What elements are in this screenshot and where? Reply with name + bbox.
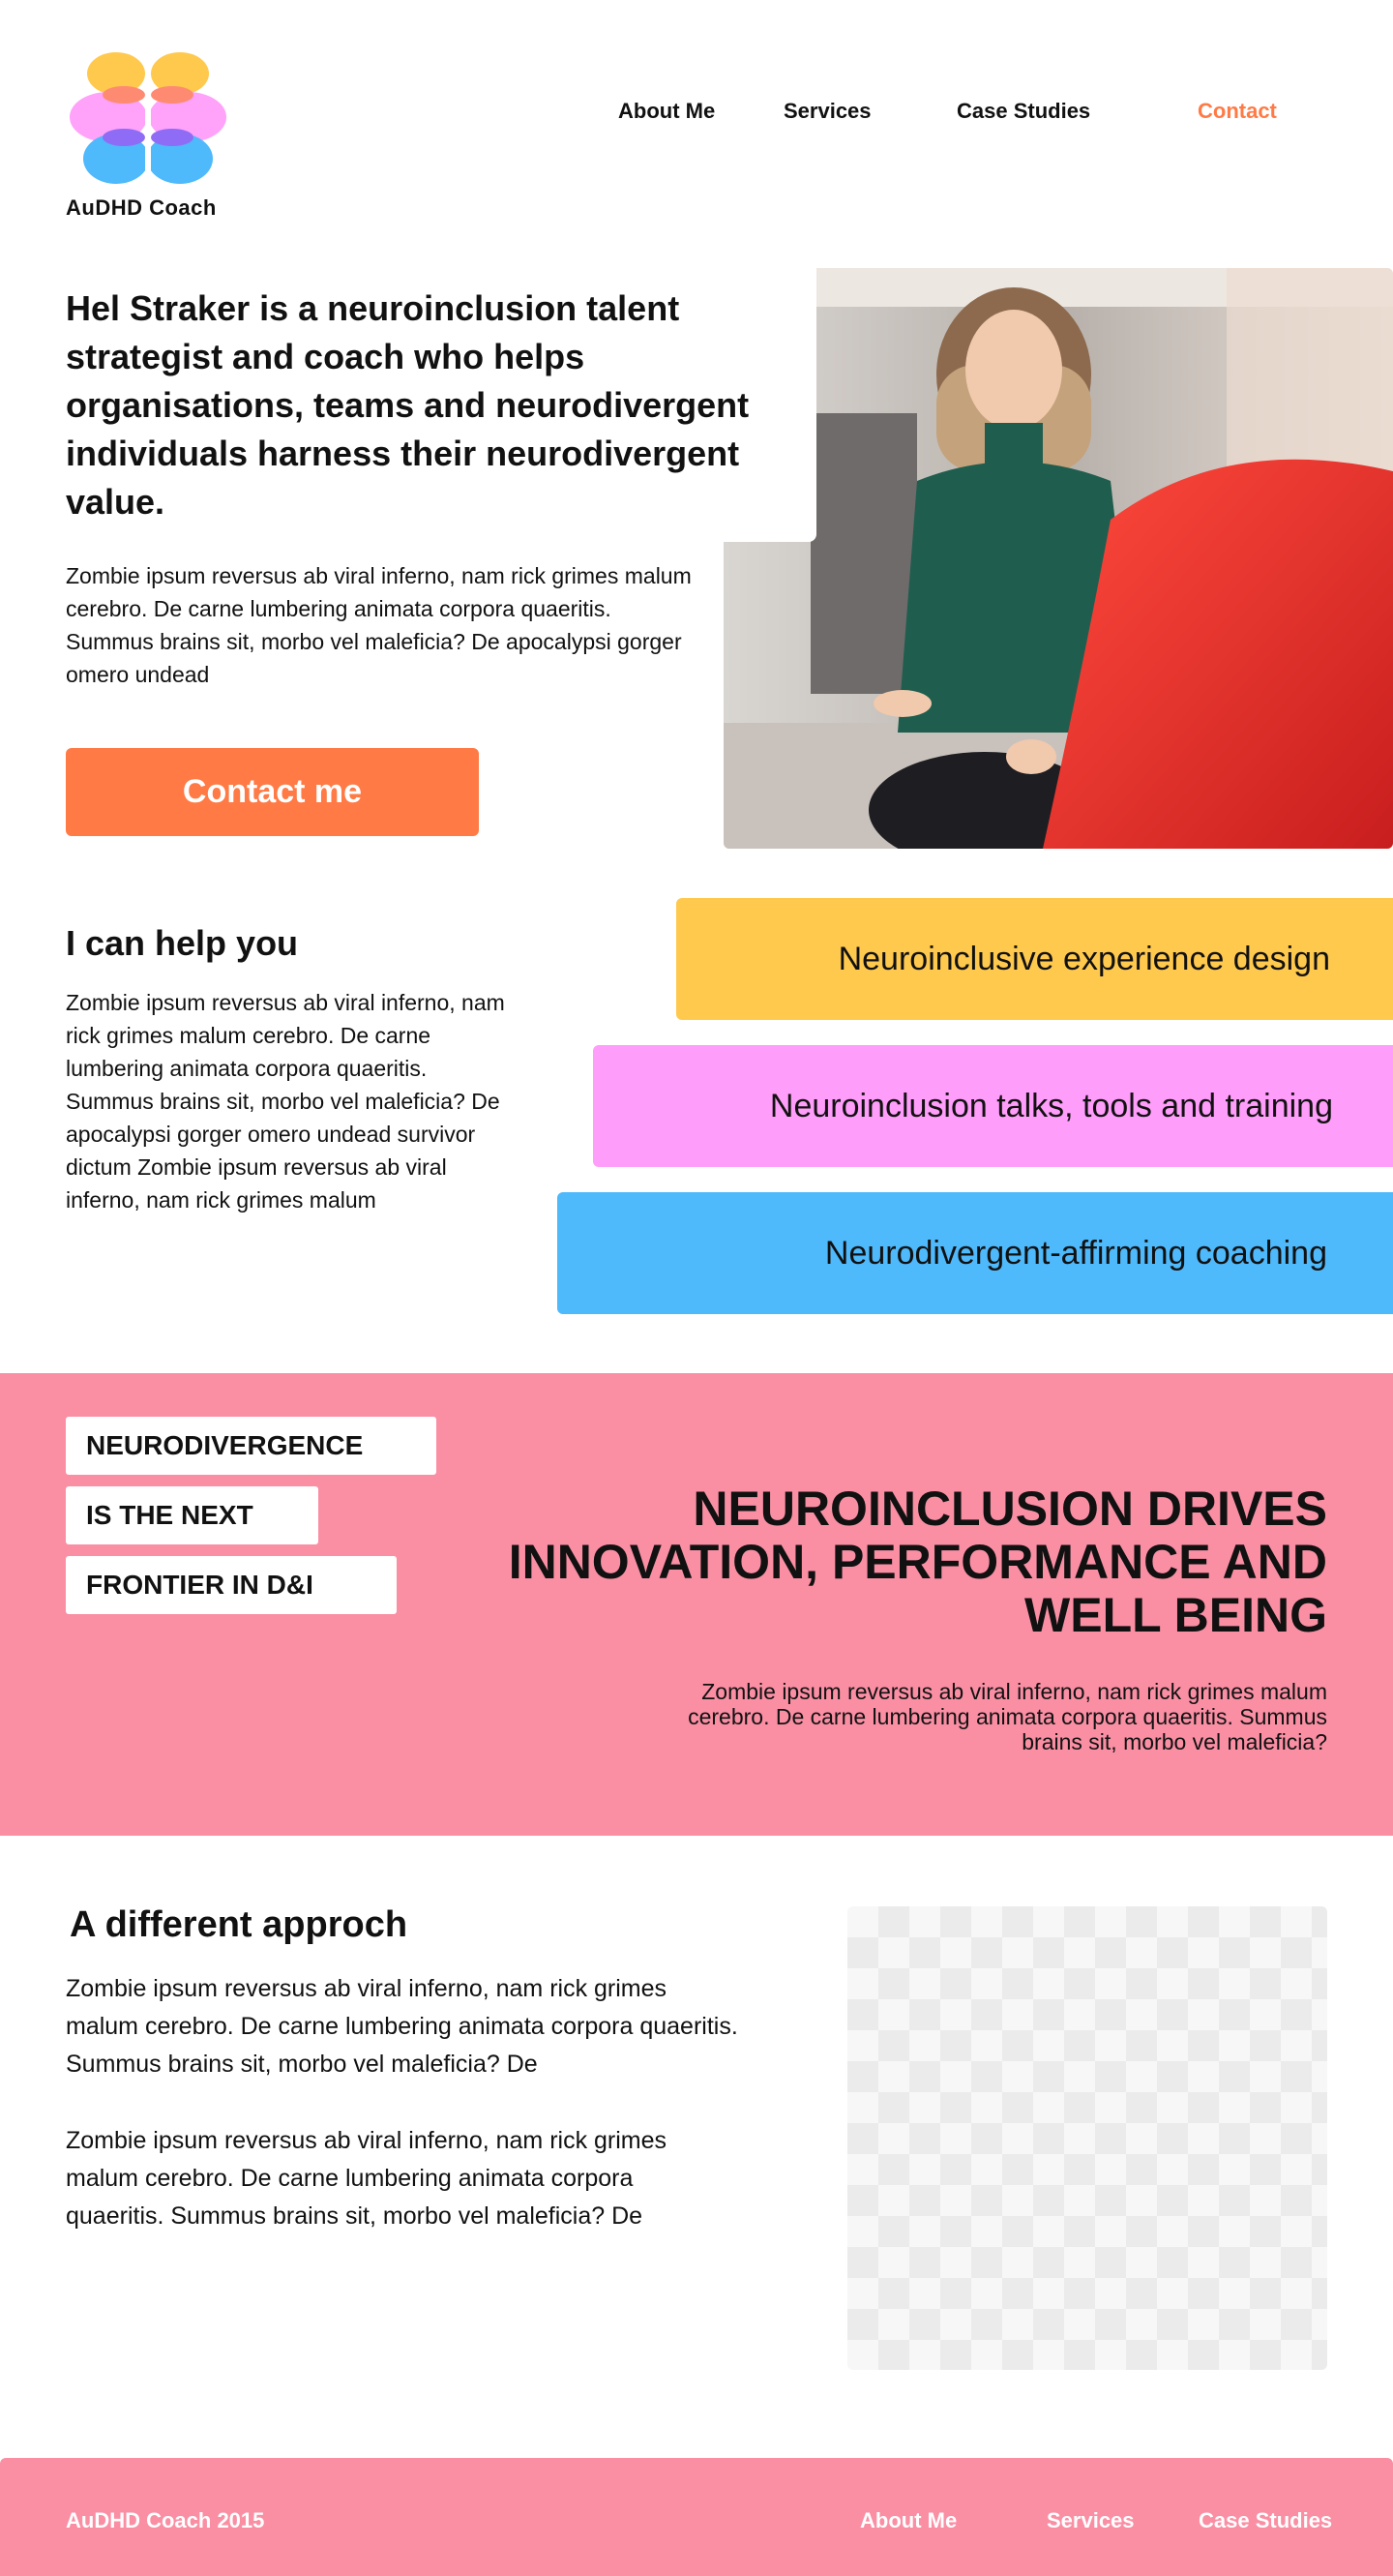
footer-copyright: AuDHD Coach 2015	[66, 2508, 265, 2532]
hero-title: Hel Straker is a neuroinclusion talent s…	[66, 288, 750, 522]
hero-body: Zombie ipsum reversus ab viral inferno, …	[66, 563, 692, 687]
service-experience-design[interactable]: Neuroinclusive experience design	[676, 898, 1393, 1020]
brand-logo-icon[interactable]	[66, 45, 230, 190]
footer-link-about-me[interactable]: About Me	[860, 2508, 957, 2533]
nav-contact[interactable]: Contact	[1198, 99, 1277, 124]
image-placeholder	[847, 1906, 1327, 2370]
band-title: NEUROINCLUSION DRIVES INNOVATION, PERFOR…	[508, 1482, 1327, 1642]
band-tag: IS THE NEXT	[66, 1486, 318, 1544]
footer-link-services[interactable]: Services	[1047, 2508, 1135, 2533]
contact-me-button[interactable]: Contact me	[66, 748, 479, 836]
help-title: I can help you	[66, 923, 299, 963]
approach-title: A different approch	[70, 1904, 408, 1945]
band-tag: NEURODIVERGENCE	[66, 1417, 436, 1475]
brand-name: AuDHD Coach	[66, 195, 217, 220]
nav-services[interactable]: Services	[784, 99, 872, 124]
service-talks-tools-training[interactable]: Neuroinclusion talks, tools and training	[593, 1045, 1393, 1167]
nav-case-studies[interactable]: Case Studies	[957, 99, 1090, 124]
service-coaching[interactable]: Neurodivergent-affirming coaching	[557, 1192, 1393, 1314]
approach-body-1: Zombie ipsum reversus ab viral inferno, …	[66, 1975, 738, 2078]
band-tag: FRONTIER IN D&I	[66, 1556, 397, 1614]
footer-link-case-studies[interactable]: Case Studies	[1199, 2508, 1332, 2533]
band-body: Zombie ipsum reversus ab viral inferno, …	[688, 1679, 1327, 1754]
help-body: Zombie ipsum reversus ab viral inferno, …	[66, 990, 505, 1213]
nav-about-me[interactable]: About Me	[618, 99, 715, 124]
approach-body-2: Zombie ipsum reversus ab viral inferno, …	[66, 2127, 667, 2230]
hero-portrait-image	[724, 268, 1393, 849]
